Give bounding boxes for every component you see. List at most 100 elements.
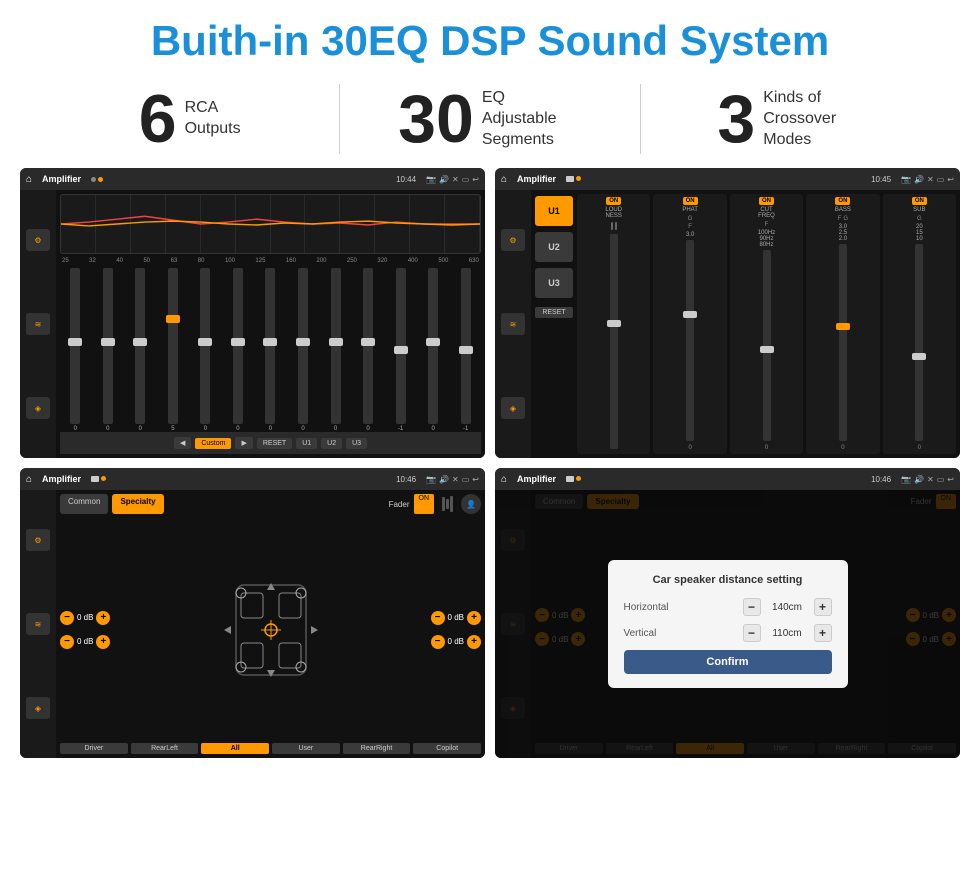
camera-icon-2[interactable]: 📷 xyxy=(901,175,911,184)
horizontal-minus[interactable]: − xyxy=(743,598,761,616)
vol-rr-minus[interactable]: − xyxy=(431,635,445,649)
custom-button[interactable]: Custom xyxy=(195,438,231,449)
back-icon-3[interactable]: ↩ xyxy=(472,475,479,484)
fader-dots xyxy=(91,476,106,482)
driver-btn[interactable]: Driver xyxy=(60,743,128,754)
sub-label: SUB xyxy=(913,207,925,213)
camera-icon-3[interactable]: 📷 xyxy=(426,475,436,484)
u2-btn[interactable]: U2 xyxy=(535,232,573,262)
close-icon-2[interactable]: ✕ xyxy=(927,175,934,184)
vol-fl-minus[interactable]: − xyxy=(60,611,74,625)
reset-button[interactable]: RESET xyxy=(257,438,292,449)
close-icon[interactable]: ✕ xyxy=(452,175,459,184)
copilot-btn[interactable]: Copilot xyxy=(413,743,481,754)
u2-button[interactable]: U2 xyxy=(321,438,342,449)
sub-on[interactable]: ON xyxy=(912,197,927,205)
volume-icon-2[interactable]: 🔊 xyxy=(914,175,924,184)
vol-rr-plus[interactable]: + xyxy=(467,635,481,649)
dialog-dot1 xyxy=(566,476,574,482)
all-btn[interactable]: All xyxy=(201,743,269,754)
loudness-on[interactable]: ON xyxy=(606,197,621,205)
phat-slider[interactable] xyxy=(686,240,694,441)
minimize-icon-2[interactable]: ▭ xyxy=(937,175,945,184)
dialog-row-vertical: Vertical − 110cm + xyxy=(624,624,832,642)
tab-specialty[interactable]: Specialty xyxy=(112,494,163,514)
amp-reset-btn[interactable]: RESET xyxy=(535,307,573,318)
eq-panel-icon3[interactable]: ◈ xyxy=(26,397,50,419)
vol-rl-minus[interactable]: − xyxy=(60,635,74,649)
eq-panel-icon1[interactable]: ⚙ xyxy=(26,229,50,251)
camera-icon[interactable]: 📷 xyxy=(426,175,436,184)
amp-icons: 📷 🔊 ✕ ▭ ↩ xyxy=(901,175,954,184)
vol-fr-plus[interactable]: + xyxy=(467,611,481,625)
home-icon[interactable]: ⌂ xyxy=(26,174,32,185)
fader-panel-icon2[interactable]: ≋ xyxy=(26,613,50,635)
fader-dot2 xyxy=(101,476,106,481)
close-icon-3[interactable]: ✕ xyxy=(452,475,459,484)
rearleft-btn[interactable]: RearLeft xyxy=(131,743,199,754)
phat-label: PHAT xyxy=(682,207,698,213)
play-button[interactable]: ▶ xyxy=(235,437,252,449)
screen-amp: ⌂ Amplifier 10:45 📷 🔊 ✕ ▭ ↩ ⚙ ≋ ◈ xyxy=(495,168,960,458)
fader-panel-icon3[interactable]: ◈ xyxy=(26,697,50,719)
phat-on[interactable]: ON xyxy=(683,197,698,205)
eq-icons: 📷 🔊 ✕ ▭ ↩ xyxy=(426,175,479,184)
vol-fr-minus[interactable]: − xyxy=(431,611,445,625)
sub-slider[interactable] xyxy=(915,244,923,441)
back-icon[interactable]: ↩ xyxy=(472,175,479,184)
amp-dot1 xyxy=(566,176,574,182)
stat-crossover-number: 3 xyxy=(717,85,755,153)
amp-channels: ON LOUDNESS ON PHAT G xyxy=(577,194,956,454)
user-btn[interactable]: User xyxy=(272,743,340,754)
fader-panel-icon1[interactable]: ⚙ xyxy=(26,529,50,551)
u1-button[interactable]: U1 xyxy=(296,438,317,449)
prev-button[interactable]: ◀ xyxy=(174,437,191,449)
vol-rr-val: 0 dB xyxy=(448,637,464,646)
tab-common[interactable]: Common xyxy=(60,494,108,514)
u1-btn[interactable]: U1 xyxy=(535,196,573,226)
cutfreq-slider[interactable] xyxy=(763,250,771,441)
topbar-amp: ⌂ Amplifier 10:45 📷 🔊 ✕ ▭ ↩ xyxy=(495,168,960,190)
vol-fl-plus[interactable]: + xyxy=(96,611,110,625)
fader-on-button[interactable]: ON xyxy=(414,494,435,514)
stat-eq-number: 30 xyxy=(398,85,474,153)
back-icon-2[interactable]: ↩ xyxy=(947,175,954,184)
bass-on[interactable]: ON xyxy=(835,197,850,205)
vol-rl-plus[interactable]: + xyxy=(96,635,110,649)
amp-panel-icon3[interactable]: ◈ xyxy=(501,397,525,419)
back-icon-4[interactable]: ↩ xyxy=(947,475,954,484)
vol-rl-val: 0 dB xyxy=(77,637,93,646)
eq-slider-10: -1 xyxy=(385,268,416,432)
home-icon-2[interactable]: ⌂ xyxy=(501,174,507,185)
eq-panel-icon2[interactable]: ≋ xyxy=(26,313,50,335)
amp-panel-icon2[interactable]: ≋ xyxy=(501,313,525,335)
volume-icon-4[interactable]: 🔊 xyxy=(914,475,924,484)
page-title: Buith-in 30EQ DSP Sound System xyxy=(0,0,980,74)
bass-slider[interactable] xyxy=(839,244,847,441)
confirm-button[interactable]: Confirm xyxy=(624,650,832,674)
home-icon-4[interactable]: ⌂ xyxy=(501,474,507,485)
home-icon-3[interactable]: ⌂ xyxy=(26,474,32,485)
screen-fader-title: Amplifier xyxy=(42,474,81,484)
rearright-btn[interactable]: RearRight xyxy=(343,743,411,754)
loudness-slider[interactable] xyxy=(610,234,618,449)
stat-crossover: 3 Kinds ofCrossover Modes xyxy=(661,85,920,153)
fader-left-panel: ⚙ ≋ ◈ xyxy=(20,490,56,758)
minimize-icon-4[interactable]: ▭ xyxy=(937,475,945,484)
vertical-minus[interactable]: − xyxy=(743,624,761,642)
u3-btn[interactable]: U3 xyxy=(535,268,573,298)
screen-eq-title: Amplifier xyxy=(42,174,81,184)
vol-fr: − 0 dB + xyxy=(431,611,481,625)
volume-icon[interactable]: 🔊 xyxy=(439,175,449,184)
vertical-plus[interactable]: + xyxy=(814,624,832,642)
minimize-icon[interactable]: ▭ xyxy=(462,175,470,184)
horizontal-plus[interactable]: + xyxy=(814,598,832,616)
close-icon-4[interactable]: ✕ xyxy=(927,475,934,484)
u3-button[interactable]: U3 xyxy=(346,438,367,449)
eq-bottom-bar: ◀ Custom ▶ RESET U1 U2 U3 xyxy=(60,432,481,454)
minimize-icon-3[interactable]: ▭ xyxy=(462,475,470,484)
volume-icon-3[interactable]: 🔊 xyxy=(439,475,449,484)
amp-panel-icon1[interactable]: ⚙ xyxy=(501,229,525,251)
camera-icon-4[interactable]: 📷 xyxy=(901,475,911,484)
cutfreq-on[interactable]: ON xyxy=(759,197,774,205)
